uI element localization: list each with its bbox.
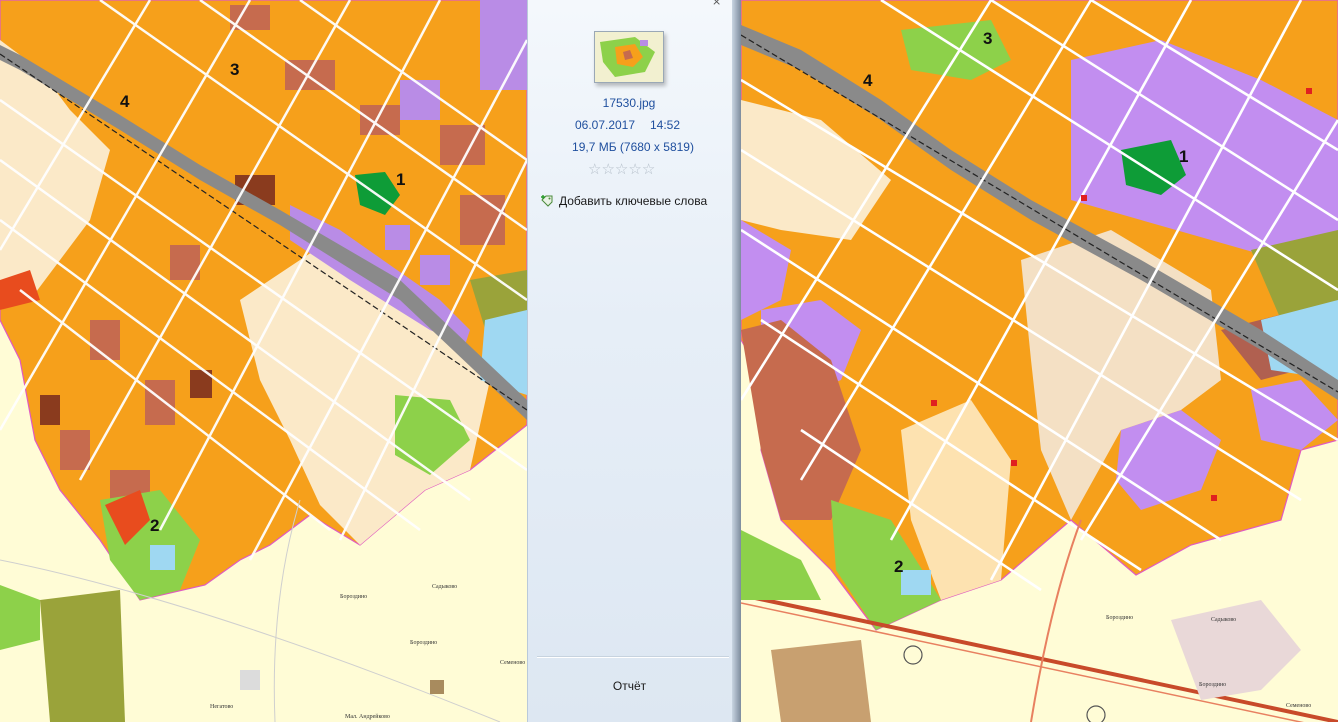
star-icon[interactable]: ☆ — [615, 160, 628, 178]
place-name: Семеново — [1286, 703, 1312, 709]
rating-stars[interactable]: ☆☆☆☆☆ — [588, 160, 655, 178]
map-right-graphic — [741, 0, 1338, 722]
map-label: 4 — [863, 71, 873, 90]
place-name: Садыково — [432, 584, 458, 590]
place-name: Мал. Андрейково — [345, 714, 390, 720]
report-button[interactable]: Отчёт — [527, 679, 732, 693]
place-name: Бороздино — [1106, 615, 1134, 621]
map-right[interactable]: 1 2 3 4 Бороздино Садыково Бороздино Сем… — [741, 0, 1338, 722]
map-label: 2 — [150, 516, 160, 535]
map-label: 1 — [396, 170, 406, 189]
star-icon[interactable]: ☆ — [628, 160, 641, 178]
file-size: 19,7 МБ (7680 x 5819) — [572, 140, 694, 154]
map-left-graphic — [0, 0, 527, 722]
star-icon[interactable]: ☆ — [601, 160, 614, 178]
thumbnail-map-icon — [595, 32, 663, 82]
divider — [537, 656, 729, 658]
map-label: 1 — [1179, 147, 1189, 166]
place-name: Негатово — [210, 704, 234, 710]
map-label: 4 — [120, 92, 130, 111]
place-name: Семеново — [500, 660, 526, 666]
file-thumbnail[interactable] — [594, 31, 664, 83]
add-tags-button[interactable]: Добавить ключевые слова — [540, 194, 707, 208]
map-left[interactable]: 1 2 3 4 Садыково Бороздино Бороздино Сем… — [0, 0, 527, 722]
map-label: 2 — [894, 557, 904, 576]
place-name: Садыково — [1211, 617, 1237, 623]
file-date: 06.07.2017 — [574, 118, 636, 132]
pane-divider[interactable] — [732, 0, 741, 722]
add-tags-label: Добавить ключевые слова — [559, 194, 708, 208]
star-icon[interactable]: ☆ — [642, 160, 655, 178]
star-icon[interactable]: ☆ — [588, 160, 601, 178]
place-name: Бороздино — [340, 594, 368, 600]
tag-icon — [540, 194, 554, 208]
close-icon[interactable]: × — [712, 0, 721, 8]
file-name: 17530.jpg — [602, 96, 656, 110]
file-time: 14:52 — [649, 118, 681, 132]
place-name: Бороздино — [1199, 682, 1227, 688]
map-label: 3 — [983, 29, 993, 48]
map-label: 3 — [230, 60, 240, 79]
place-name: Бороздино — [410, 640, 438, 646]
